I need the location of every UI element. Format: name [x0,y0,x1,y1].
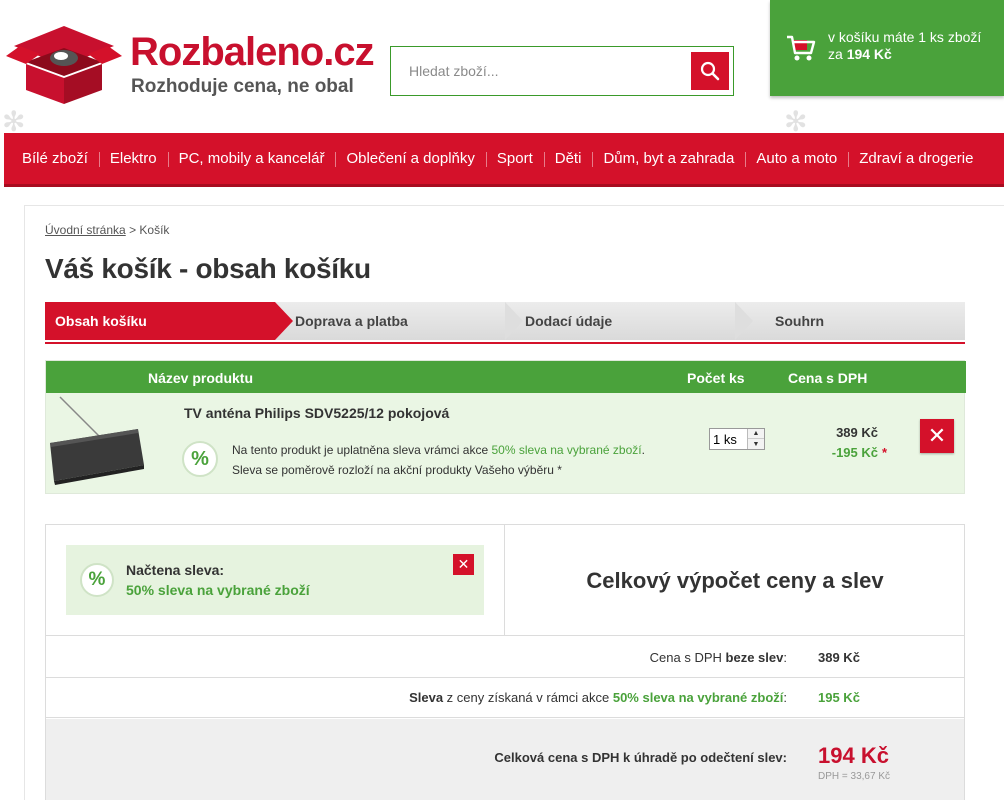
item-price: 389 Kč [836,425,878,440]
promo-text: Na tento produkt je uplatněna sleva vrám… [232,443,489,457]
search-icon [700,61,720,81]
col-price: Cena s DPH [788,370,868,386]
site-header: Rozbaleno.cz Rozhoduje cena, ne obal ✻ ✻… [0,0,1004,137]
snowflake-icon: ✻ [2,106,26,137]
label-promo: 50% sleva na vybrané zboží [612,690,784,705]
nav-item-bile-zbozi[interactable]: Bílé zboží [4,150,99,167]
promo-dot: . [641,443,645,457]
price-summary: % Načtena sleva: 50% sleva na vybrané zb… [45,524,965,800]
discount-value: 195 Kč [818,690,860,705]
step-label: Obsah košíku [55,313,147,329]
breadcrumb-current: Košík [139,223,170,237]
applied-discount-title: Načtena sleva: [126,562,225,578]
discount-label: Sleva z ceny získaná v rámci akce 50% sl… [409,690,787,705]
quantity-value[interactable]: 1 ks [713,432,737,447]
nav-item-auto[interactable]: Auto a moto [745,150,848,167]
label-text: z ceny získaná v rámci akce [443,690,613,705]
summary-row-discount: Sleva z ceny získaná v rámci akce 50% sl… [46,677,964,717]
breadcrumb-separator: > [129,223,137,237]
base-price-label: Cena s DPH beze slev: [650,650,787,665]
shopping-cart-icon [787,35,816,61]
nav-item-pc-mobily[interactable]: PC, mobily a kancelář [167,150,336,167]
checkout-steps: Souhrn Dodací údaje Doprava a platba Obs… [45,302,965,342]
search-box [390,46,734,96]
nav-item-zdravi[interactable]: Zdraví a drogerie [848,150,984,167]
cart-table: Název produktu Počet ks Cena s DPH TV an… [45,360,966,494]
discount-percent-icon: % [182,441,218,477]
quantity-up-icon[interactable]: ▲ [748,429,764,439]
box-logo-icon [6,26,122,104]
quantity-down-icon[interactable]: ▼ [748,439,764,449]
cart-total-value: 194 Kč [846,46,892,62]
cart-summary[interactable]: v košíku máte 1 ks zboží za 194 Kč [770,0,1004,96]
product-name[interactable]: TV anténa Philips SDV5225/12 pokojová [184,405,449,421]
steps-underline [45,342,965,344]
label-colon: : [783,690,787,705]
base-price-value: 389 Kč [818,650,860,665]
summary-row-base-price: Cena s DPH beze slev: 389 Kč [46,637,964,677]
logo-slogan: Rozhoduje cena, ne obal [131,76,354,97]
col-quantity: Počet ks [687,370,745,386]
page-title: Váš košík - obsah košíku [45,253,371,284]
step-label: Doprava a platba [295,313,408,329]
close-icon: ✕ [457,556,470,572]
close-icon: ✕ [927,423,947,448]
remove-discount-button[interactable]: ✕ [453,554,474,575]
nav-item-elektro[interactable]: Elektro [98,150,168,167]
main-content: Úvodní stránka > Košík Váš košík - obsah… [24,205,1004,800]
cart-item-row: TV anténa Philips SDV5225/12 pokojová % … [46,393,964,493]
nav-item-dum[interactable]: Dům, byt a zahrada [592,150,745,167]
search-input[interactable] [392,48,688,94]
cart-total-text: za 194 Kč [828,46,892,62]
remove-item-button[interactable]: ✕ [920,419,954,453]
step-doprava-platba[interactable]: Doprava a platba [275,302,505,340]
step-arrow-active [275,302,293,340]
breadcrumb-home-link[interactable]: Úvodní stránka [45,223,126,237]
step-label: Souhrn [775,313,824,329]
nav-item-sport[interactable]: Sport [485,150,544,167]
applied-discount-box: % Načtena sleva: 50% sleva na vybrané zb… [66,545,484,615]
step-obsah-kosiku[interactable]: Obsah košíku [45,302,275,340]
step-label: Dodací údaje [525,313,613,329]
main-navigation: Bílé zboží Elektro PC, mobily a kancelář… [4,133,1004,187]
step-dodaci-udaje[interactable]: Dodací údaje [505,302,735,340]
step-souhrn[interactable]: Souhrn [735,302,965,340]
label-text: Cena s DPH [649,650,726,665]
label-bold: beze slev [725,650,784,665]
cart-count-text: v košíku máte 1 ks zboží [828,29,982,45]
applied-discount-name: 50% sleva na vybrané zboží [126,582,310,598]
quantity-stepper[interactable]: 1 ks ▲ ▼ [709,428,765,450]
cart-table-header: Název produktu Počet ks Cena s DPH [46,361,966,393]
total-vat: DPH = 33,67 Kč [818,771,890,782]
divider [504,525,505,635]
snowflake-icon: ✻ [784,106,808,137]
promo-note: Na tento produkt je uplatněna sleva vrám… [232,443,645,457]
discount-percent-icon: % [80,563,114,597]
summary-row-total: Celková cena s DPH k úhradě po odečtení … [46,719,964,800]
cart-total-prefix: za [828,46,843,62]
nav-item-deti[interactable]: Děti [543,150,593,167]
step-arrow [735,302,753,340]
step-arrow [505,302,523,340]
nav-item-obleceni[interactable]: Oblečení a doplňky [335,150,485,167]
logo-text: Rozbaleno.cz [130,30,375,74]
col-product-name: Název produktu [148,370,254,386]
discount-asterisk: * [882,445,888,460]
product-image[interactable] [46,395,146,489]
promo-name: 50% sleva na vybrané zboží [491,443,642,457]
label-bold: Sleva [409,690,444,705]
total-value: 194 Kč [818,743,889,768]
promo-note-2: Sleva se poměrově rozloží na akční produ… [232,463,562,477]
breadcrumb: Úvodní stránka > Košík [45,223,169,237]
quantity-spin: ▲ ▼ [747,429,764,449]
total-label: Celková cena s DPH k úhradě po odečtení … [494,750,787,765]
label-colon: : [783,650,787,665]
item-discount: -195 Kč [831,445,878,460]
summary-title: Celkový výpočet ceny a slev [586,568,884,593]
divider [46,635,964,636]
search-button[interactable] [691,52,729,90]
divider [46,717,964,718]
site-logo[interactable]: Rozbaleno.cz Rozhoduje cena, ne obal [4,22,375,106]
